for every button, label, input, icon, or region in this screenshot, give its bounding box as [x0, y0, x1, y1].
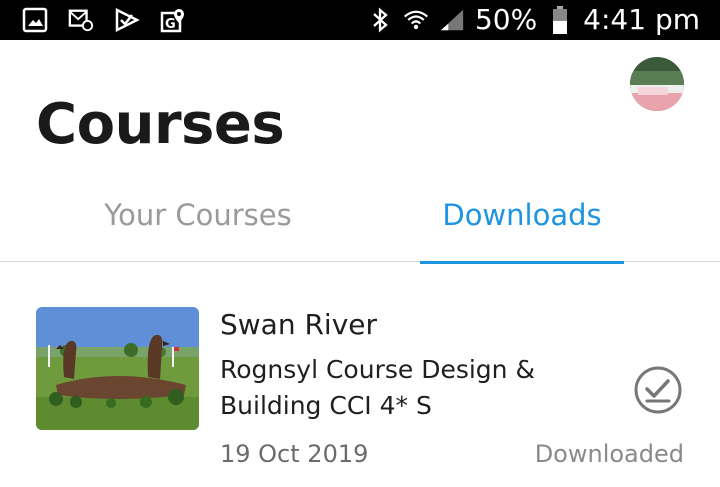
- list-item[interactable]: Swan River Rognsyl Course Design & Build…: [0, 290, 720, 480]
- status-bar: G 50% 4:41 pm: [0, 0, 720, 40]
- active-tab-indicator: [420, 261, 624, 264]
- bluetooth-icon: [367, 7, 393, 33]
- battery-icon: [547, 6, 573, 34]
- email-notification-icon: [68, 7, 94, 33]
- maps-icon: G: [160, 7, 186, 33]
- signal-icon: [439, 7, 465, 33]
- course-date: 19 Oct 2019: [220, 440, 369, 468]
- image-icon: [22, 7, 48, 33]
- system-status: 50% 4:41 pm: [367, 0, 700, 40]
- download-status: Downloaded: [534, 440, 684, 468]
- store-icon: [114, 7, 140, 33]
- tab-downloads[interactable]: Downloads: [420, 190, 624, 262]
- check-circle-icon: [632, 364, 684, 416]
- battery-percent: 50%: [474, 3, 538, 36]
- course-subtitle: Rognsyl Course Design & Building CCI 4* …: [220, 355, 535, 420]
- page-title: Courses: [36, 92, 285, 157]
- notification-icons: G: [22, 4, 186, 36]
- wifi-icon: [403, 7, 429, 33]
- svg-text:G: G: [165, 17, 176, 32]
- clock: 4:41 pm: [583, 3, 700, 36]
- avatar[interactable]: [630, 57, 684, 111]
- course-name: Swan River: [220, 308, 378, 341]
- tab-your-courses[interactable]: Your Courses: [36, 190, 360, 262]
- course-thumbnail: [36, 307, 199, 430]
